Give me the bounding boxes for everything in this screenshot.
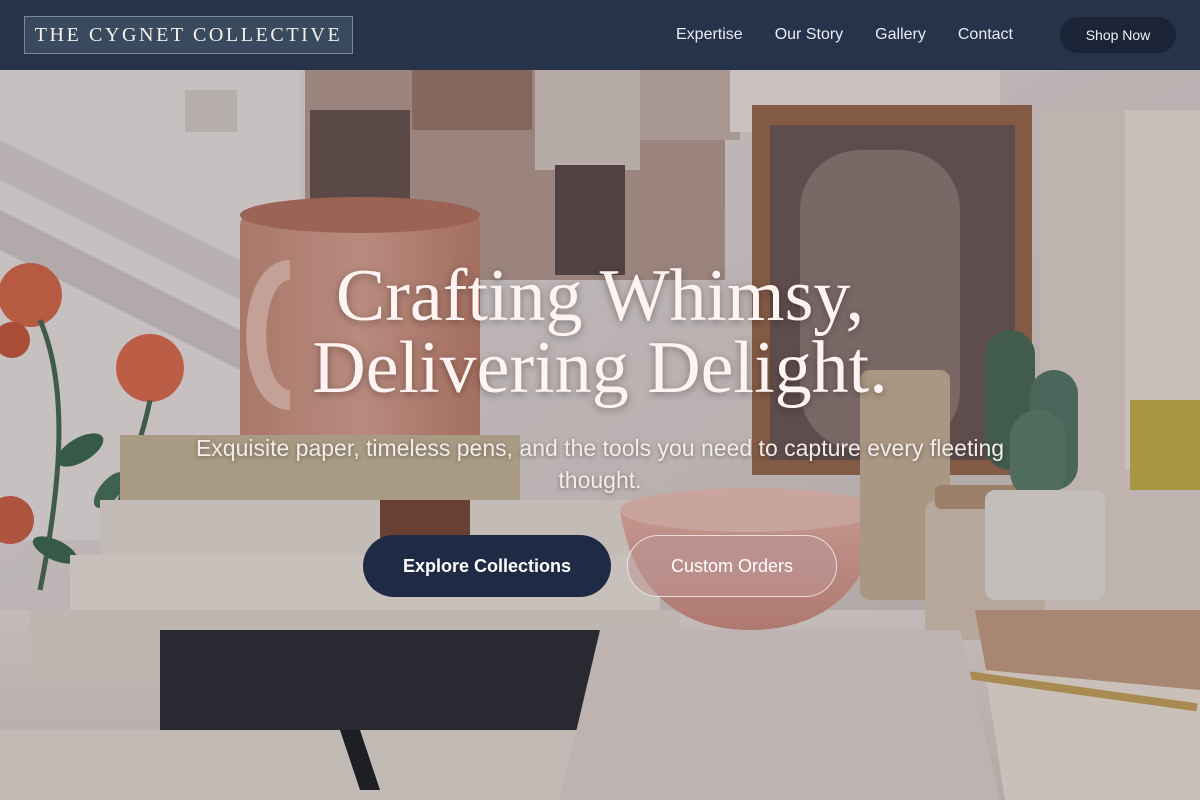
top-navigation-bar: THE CYGNET COLLECTIVE Expertise Our Stor… [0,0,1200,70]
hero-title-line-2: Delivering Delight. [312,327,888,409]
hero-section: Crafting Whimsy, Delivering Delight. Exq… [0,70,1200,800]
nav-link-expertise[interactable]: Expertise [660,26,759,44]
hero-subtitle: Exquisite paper, timeless pens, and the … [195,435,1005,493]
landing-page: THE CYGNET COLLECTIVE Expertise Our Stor… [0,0,1200,800]
nav-link-our-story[interactable]: Our Story [759,26,859,44]
primary-nav: Expertise Our Story Gallery Contact [660,0,1029,70]
custom-orders-button[interactable]: Custom Orders [627,535,837,597]
shop-now-button[interactable]: Shop Now [1060,17,1176,53]
hero-title-line-1: Crafting Whimsy, [335,255,865,337]
nav-link-gallery[interactable]: Gallery [859,26,942,44]
brand-logo[interactable]: THE CYGNET COLLECTIVE [24,16,353,54]
hero-title: Crafting Whimsy, Delivering Delight. [150,255,1050,409]
explore-collections-button[interactable]: Explore Collections [363,535,611,597]
hero-content: Crafting Whimsy, Delivering Delight. Exq… [150,255,1050,496]
nav-link-contact[interactable]: Contact [942,26,1029,44]
hero-cta-group: Explore Collections Custom Orders [363,535,843,597]
